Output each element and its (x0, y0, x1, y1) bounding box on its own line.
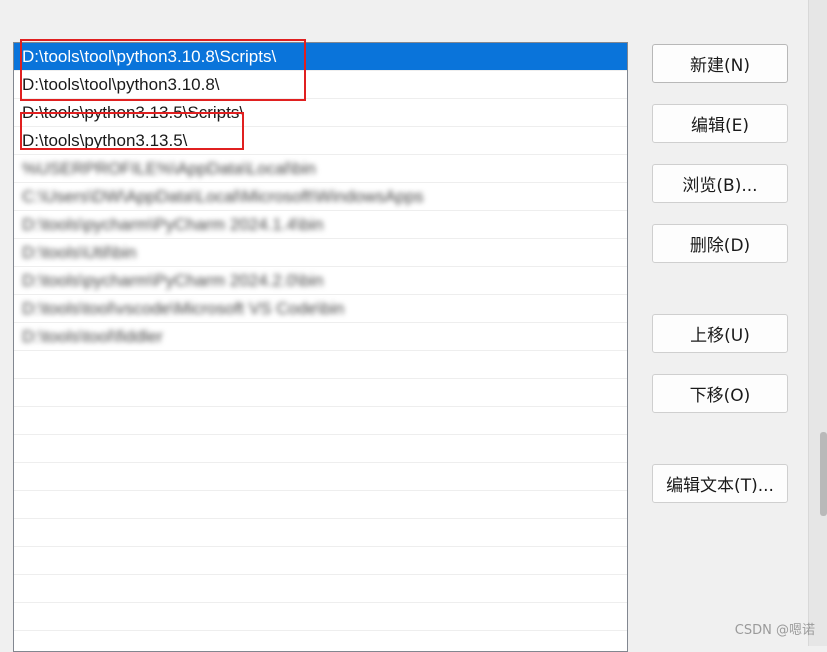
edit-button[interactable]: 编辑(E) (652, 104, 788, 143)
list-item-text: D:\tools\pycharm\PyCharm 2024.1.4\bin (22, 215, 324, 234)
list-item[interactable]: D:\tools\tool\python3.10.8\ (14, 71, 627, 99)
move-down-button[interactable]: 下移(O) (652, 374, 788, 413)
empty-row (14, 491, 627, 519)
empty-row (14, 407, 627, 435)
list-item[interactable]: D:\tools\tool\fiddler (14, 323, 627, 351)
list-item-text: D:\tools\Util\bin (22, 243, 137, 262)
empty-row (14, 547, 627, 575)
empty-row (14, 575, 627, 603)
list-item-text: D:\tools\python3.13.5\ (22, 131, 188, 150)
path-list[interactable]: D:\tools\tool\python3.10.8\Scripts\ D:\t… (13, 42, 628, 652)
watermark: CSDN @嗯诺 (734, 623, 815, 638)
list-item[interactable]: D:\tools\tool\vscode\Microsoft VS Code\b… (14, 295, 627, 323)
list-item-text: D:\tools\tool\python3.10.8\Scripts\ (22, 47, 277, 66)
list-item-text: D:\tools\python3.13.5\Scripts\ (22, 103, 245, 122)
list-item-text: D:\tools\pycharm\PyCharm 2024.2.0\bin (22, 271, 324, 290)
list-item[interactable]: D:\tools\pycharm\PyCharm 2024.2.0\bin (14, 267, 627, 295)
list-item-text: %USERPROFILE%\AppData\Local\bin (22, 159, 316, 178)
list-item[interactable]: D:\tools\python3.13.5\ (14, 127, 627, 155)
list-item-text: D:\tools\tool\vscode\Microsoft VS Code\b… (22, 299, 345, 318)
empty-row (14, 379, 627, 407)
list-item-text: D:\tools\tool\fiddler (22, 327, 163, 346)
delete-button[interactable]: 删除(D) (652, 224, 788, 263)
list-item[interactable]: D:\tools\python3.13.5\Scripts\ (14, 99, 627, 127)
list-item[interactable]: C:\Users\DW\AppData\Local\Microsoft\Wind… (14, 183, 627, 211)
empty-row (14, 435, 627, 463)
list-item-text: D:\tools\tool\python3.10.8\ (22, 75, 220, 94)
empty-row (14, 603, 627, 631)
edit-text-button[interactable]: 编辑文本(T)... (652, 464, 788, 503)
list-item[interactable]: D:\tools\Util\bin (14, 239, 627, 267)
new-button[interactable]: 新建(N) (652, 44, 788, 83)
window-top-area (0, 0, 808, 18)
list-item[interactable]: D:\tools\pycharm\PyCharm 2024.1.4\bin (14, 211, 627, 239)
empty-row (14, 631, 627, 651)
list-item[interactable]: %USERPROFILE%\AppData\Local\bin (14, 155, 627, 183)
list-item-text: C:\Users\DW\AppData\Local\Microsoft\Wind… (22, 187, 424, 206)
browse-button[interactable]: 浏览(B)... (652, 164, 788, 203)
window-scrollbar-track[interactable] (808, 0, 827, 646)
empty-row (14, 463, 627, 491)
empty-row (14, 351, 627, 379)
window-scrollbar-thumb[interactable] (820, 432, 827, 516)
move-up-button[interactable]: 上移(U) (652, 314, 788, 353)
empty-row (14, 519, 627, 547)
list-item[interactable]: D:\tools\tool\python3.10.8\Scripts\ (14, 43, 627, 71)
